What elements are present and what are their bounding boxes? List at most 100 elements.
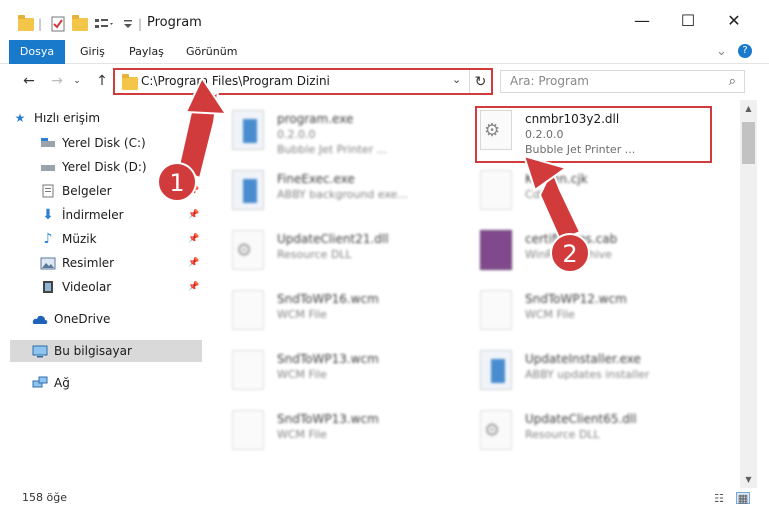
item-count: 158 öğe (22, 491, 67, 504)
music-icon: ♪ (43, 231, 53, 247)
archive-icon (480, 230, 512, 270)
file-name: program.exe (277, 112, 354, 126)
recent-dropdown-icon[interactable]: ⌄ (66, 71, 88, 91)
pin-icon[interactable]: 📌 (188, 210, 199, 220)
tiles-view-icon[interactable]: ▦ (736, 492, 750, 505)
list-item[interactable]: SndToWP13.wcm WCM File (232, 406, 462, 456)
sidebar-item-label: Belgeler (62, 184, 112, 198)
list-item[interactable]: FineExec.exe ABBY background exe... (232, 166, 462, 216)
target-file-highlight (475, 106, 712, 163)
file-icon (232, 290, 264, 330)
sidebar-item-videos[interactable]: Videolar 📌 (40, 276, 202, 298)
list-item[interactable]: SndToWP13.wcm WCM File (232, 346, 462, 396)
sidebar-item-music[interactable]: ♪ Müzik 📌 (40, 228, 202, 250)
network-icon (32, 376, 48, 390)
list-item[interactable]: SndToWP16.wcm WCM File (232, 286, 462, 336)
pin-icon[interactable]: 📌 (188, 282, 199, 292)
ribbon: Dosya Giriş Paylaş Görünüm ⌄ ? (0, 40, 769, 90)
ribbon-collapse-icon[interactable]: ⌄ (716, 40, 727, 64)
sidebar-item-label: Yerel Disk (D:) (62, 160, 147, 174)
status-bar: 158 öğe ☷ ▦ (0, 488, 769, 510)
sidebar-item-pictures[interactable]: Resimler 📌 (40, 252, 202, 274)
pin-icon[interactable]: 📌 (188, 162, 199, 172)
list-item[interactable]: SndToWP12.wcm WCM File (480, 286, 710, 336)
file-type: ABBY background exe... (277, 188, 408, 201)
title-separator: | (38, 17, 43, 31)
maximize-button[interactable]: ☐ (665, 0, 711, 40)
address-dropdown-icon[interactable]: ⌄ (452, 73, 461, 86)
file-name: SndToWP16.wcm (277, 292, 379, 306)
search-icon: ⌕ (728, 74, 736, 89)
file-icon (232, 170, 264, 210)
file-description: Bubble Jet Printer ... (277, 143, 388, 156)
scroll-down-icon[interactable]: ▼ (740, 471, 757, 488)
file-type: ABBY updates installer (525, 368, 650, 381)
sidebar-item-local-disk-c[interactable]: Yerel Disk (C:) 📌 (40, 132, 202, 154)
sidebar-item-label: OneDrive (54, 312, 111, 326)
properties-icon[interactable] (50, 14, 66, 34)
sidebar-item-documents[interactable]: Belgeler 📌 (40, 180, 202, 202)
file-name: UpdateInstaller.exe (525, 352, 641, 366)
sidebar-item-label: Hızlı erişim (34, 111, 101, 125)
tab-share[interactable]: Paylaş (129, 40, 164, 64)
help-icon[interactable]: ? (738, 44, 752, 58)
sidebar-item-onedrive[interactable]: OneDrive (32, 308, 202, 330)
video-icon (40, 280, 56, 294)
minimize-button[interactable]: — (619, 0, 665, 40)
pin-icon[interactable]: 📌 (188, 258, 199, 268)
pin-icon[interactable]: 📌 (188, 234, 199, 244)
quick-access-dropdown-icon[interactable] (122, 14, 134, 34)
customize-icon[interactable] (94, 14, 116, 34)
file-type: WCM File (525, 308, 575, 321)
vertical-scrollbar[interactable]: ▲ ▼ (740, 100, 757, 488)
file-name: SndToWP12.wcm (525, 292, 627, 306)
computer-icon (32, 344, 48, 358)
folder-icon (18, 14, 34, 34)
cloud-icon (32, 312, 48, 326)
sidebar-item-quick-access[interactable]: ★ Hızlı erişim (12, 107, 214, 129)
list-item[interactable]: UpdateInstaller.exe ABBY updates install… (480, 346, 710, 396)
list-item[interactable]: program.exe 0.2.0.0 Bubble Jet Printer .… (232, 106, 462, 156)
new-folder-icon[interactable] (72, 14, 88, 34)
pictures-icon (40, 256, 56, 270)
file-type: Resource DLL (525, 428, 600, 441)
file-type: Cdfile (525, 188, 557, 201)
file-name: SndToWP13.wcm (277, 412, 379, 426)
tab-view[interactable]: Görünüm (186, 40, 237, 64)
tab-home[interactable]: Giriş (80, 40, 105, 64)
file-name: Kernen.cjk (525, 172, 588, 186)
list-item[interactable]: certificates.cab WinRAR archive (480, 226, 710, 276)
pin-icon[interactable]: 📌 (188, 138, 199, 148)
sidebar-item-network[interactable]: Ağ (32, 372, 202, 394)
back-icon[interactable]: ← (18, 71, 40, 91)
file-version: 0.2.0.0 (277, 128, 316, 141)
address-path[interactable]: C:\Program Files\Program Dizini (141, 74, 330, 88)
sidebar-item-label: Müzik (62, 232, 97, 246)
scroll-up-icon[interactable]: ▲ (740, 100, 757, 117)
pin-icon[interactable]: 📌 (188, 186, 199, 196)
sidebar-item-label: Resimler (62, 256, 115, 270)
sidebar-item-label: Yerel Disk (C:) (62, 136, 146, 150)
search-input[interactable]: Ara: Program ⌕ (500, 70, 745, 93)
sidebar-item-downloads[interactable]: ⬇ İndirmeler 📌 (40, 204, 202, 226)
details-view-icon[interactable]: ☷ (712, 492, 726, 505)
dll-gear-icon (480, 410, 512, 450)
list-item[interactable]: Kernen.cjk Cdfile (480, 166, 710, 216)
scroll-thumb[interactable] (742, 122, 755, 164)
navigation-pane: ★ Hızlı erişim Yerel Disk (C:) 📌 Yerel D… (0, 100, 205, 480)
close-button[interactable]: ✕ (711, 0, 757, 40)
list-item[interactable]: UpdateClient65.dll Resource DLL (480, 406, 710, 456)
file-icon (232, 110, 264, 150)
up-icon[interactable]: ↑ (91, 71, 113, 91)
star-icon: ★ (14, 111, 26, 125)
file-icon (232, 350, 264, 390)
file-icon (480, 350, 512, 390)
address-bar[interactable]: C:\Program Files\Program Dizini ⌄ ↻ (113, 68, 493, 95)
list-item[interactable]: UpdateClient21.dll Resource DLL (232, 226, 462, 276)
file-name: SndToWP13.wcm (277, 352, 379, 366)
sidebar-item-this-pc[interactable]: Bu bilgisayar (10, 340, 202, 362)
sidebar-item-local-disk-d[interactable]: Yerel Disk (D:) 📌 (40, 156, 202, 178)
sidebar-item-label: İndirmeler (62, 208, 124, 222)
refresh-icon[interactable]: ↻ (469, 70, 491, 93)
forward-icon[interactable]: → (46, 71, 68, 91)
